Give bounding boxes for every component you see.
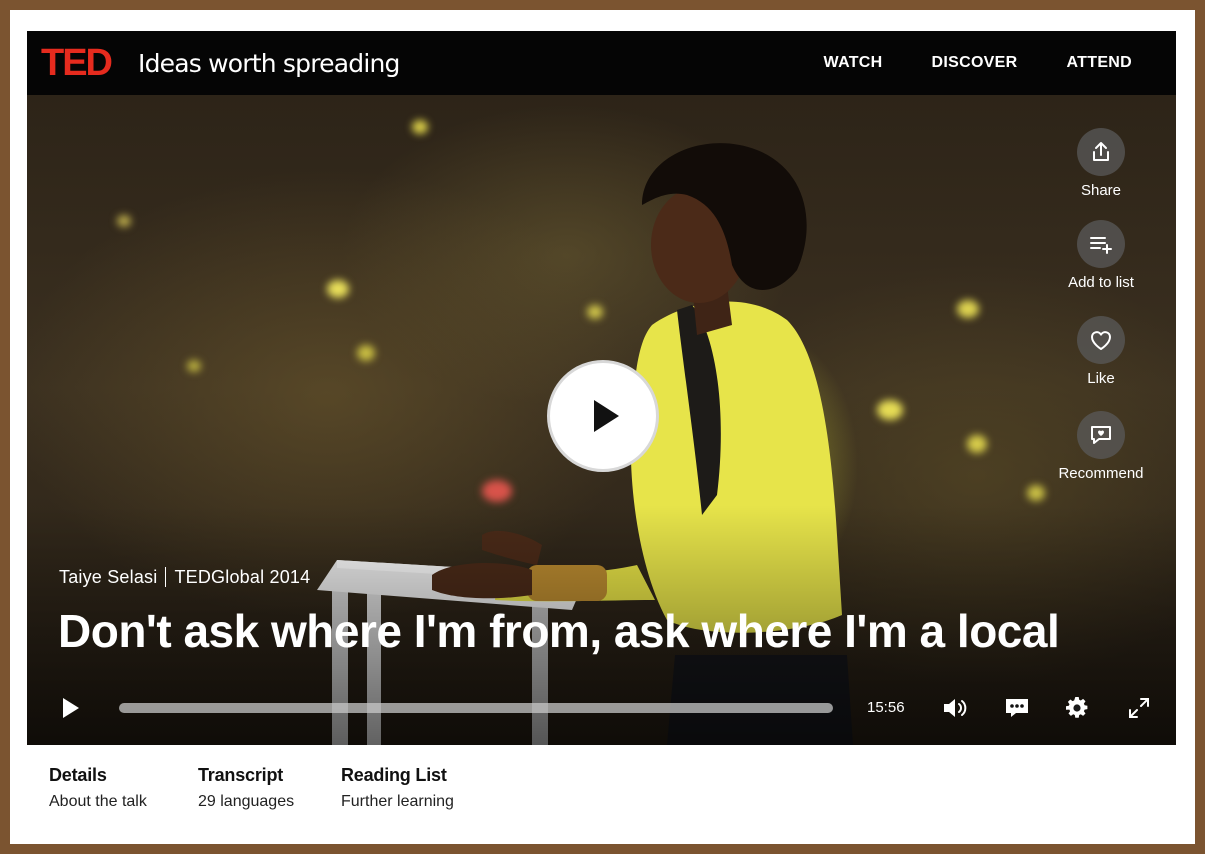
main-nav: WATCH DISCOVER ATTEND [824, 31, 1132, 95]
progress-bar[interactable] [119, 703, 833, 713]
like-button[interactable]: Like [1049, 316, 1153, 387]
fullscreen-icon [1129, 698, 1149, 718]
settings-icon [1066, 697, 1088, 718]
nav-watch[interactable]: WATCH [824, 54, 883, 72]
player-controls: 15:56 [27, 683, 1176, 733]
share-icon [1077, 128, 1125, 176]
recommend-button[interactable]: Recommend [1049, 411, 1153, 482]
play-button[interactable] [57, 695, 83, 721]
heart-icon [1077, 316, 1125, 364]
recommend-icon [1077, 411, 1125, 459]
video-player[interactable]: Share Add to list Like Recommend Taiye S… [27, 95, 1176, 745]
recommend-label: Recommend [1058, 465, 1144, 482]
fullscreen-button[interactable] [1125, 695, 1153, 721]
tab-subtitle: 29 languages [198, 793, 295, 810]
tab-title: Reading List [341, 765, 447, 785]
tab-title: Details [49, 765, 107, 785]
big-play-button[interactable] [547, 360, 659, 472]
talk-card: TED Ideas worth spreading WATCH DISCOVER… [27, 31, 1176, 830]
duration-label: 15:56 [867, 699, 905, 716]
captions-icon [1006, 699, 1028, 717]
tab-details[interactable]: Details About the talk [49, 765, 147, 811]
speaker-name[interactable]: Taiye Selasi [59, 567, 157, 587]
tab-reading-list[interactable]: Reading List Further learning [341, 765, 454, 811]
add-to-list-button[interactable]: Add to list [1049, 220, 1153, 291]
talk-title: Don't ask where I'm from, ask where I'm … [58, 605, 1060, 657]
volume-button[interactable] [941, 695, 969, 721]
play-icon [594, 400, 619, 432]
settings-button[interactable] [1063, 695, 1091, 721]
talk-meta: Taiye Selasi TEDGlobal 2014 [59, 567, 310, 588]
talk-tabs: Details About the talk Transcript 29 lan… [27, 745, 1176, 830]
like-label: Like [1087, 370, 1115, 387]
tab-title: Transcript [198, 765, 284, 785]
nav-discover[interactable]: DISCOVER [932, 54, 1018, 72]
tab-subtitle: About the talk [49, 793, 147, 810]
event-name[interactable]: TEDGlobal 2014 [174, 567, 310, 587]
play-icon [63, 698, 79, 718]
captions-button[interactable] [1003, 695, 1031, 721]
add-to-list-icon [1077, 220, 1125, 268]
meta-divider [165, 567, 167, 587]
top-navigation-bar: TED Ideas worth spreading WATCH DISCOVER… [27, 31, 1176, 95]
add-to-list-label: Add to list [1068, 274, 1134, 291]
ted-logo[interactable]: TED [41, 41, 113, 85]
tab-subtitle: Further learning [341, 793, 454, 810]
share-label: Share [1080, 182, 1122, 199]
nav-attend[interactable]: ATTEND [1067, 54, 1133, 72]
volume-icon [944, 699, 967, 717]
share-button[interactable]: Share [1049, 128, 1153, 199]
tab-transcript[interactable]: Transcript 29 languages [198, 765, 294, 811]
tagline: Ideas worth spreading [138, 49, 400, 78]
